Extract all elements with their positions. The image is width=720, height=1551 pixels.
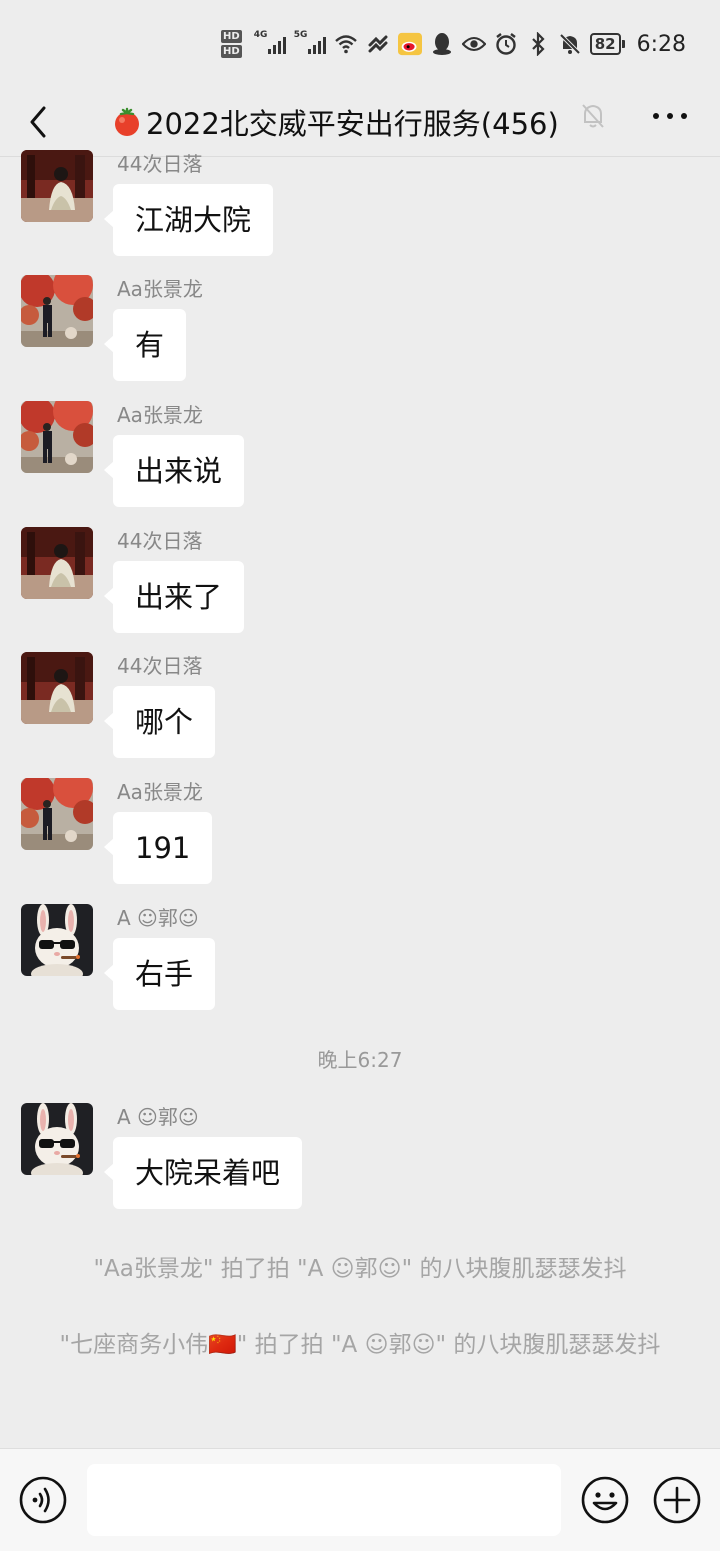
message-bubble[interactable]: 191 [103,812,213,884]
message-bubble[interactable]: 大院呆着吧 [103,1137,303,1209]
avatar-man-autumn[interactable] [21,275,93,347]
hd-badge-1: HD [221,30,242,43]
clock: 6:28 [636,31,686,57]
message-input[interactable] [87,1464,561,1536]
battery-level: 82 [589,33,621,55]
message-bubble[interactable]: 有 [103,309,187,381]
signal-5g-icon: 5G [294,30,326,54]
battery-icon: 82 [589,33,625,55]
wifi-icon [334,32,358,56]
muted-bell-icon [580,102,606,130]
message-bubble[interactable]: 哪个 [103,686,216,758]
chat-title-text: 2022北交威平安出行服务(456) [146,107,559,141]
plus-icon[interactable] [652,1475,702,1525]
bluetooth-icon [526,32,550,56]
hd-badge-2: HD [221,45,242,58]
avatar-rabbit-sunglasses[interactable] [21,1103,93,1175]
tomato-icon [112,107,142,137]
network-label-1: 4G [253,30,268,40]
message-timestamp: 晚上6:27 [317,1048,403,1072]
avatar-woman[interactable] [21,652,93,724]
chat-header: 2022北交威平安出行服务(456) [0,88,720,157]
avatar-rabbit-sunglasses[interactable] [21,904,93,976]
eye-icon [461,32,486,56]
pat-notice: "七座商务小伟🇨🇳" 拍了拍 "A ☺郭☺" 的八块腹肌瑟瑟发抖 [59,1332,661,1358]
sender-name: 44次日落 [117,654,203,678]
sender-name: Aa张景龙 [117,780,203,804]
sender-name: A ☺郭☺ [117,906,199,930]
network-label-2: 5G [293,30,308,40]
hd-badges: HD HD [221,30,242,58]
sender-name: 44次日落 [117,529,203,553]
alarm-icon [494,32,518,56]
sender-name: Aa张景龙 [117,277,203,301]
emoji-icon[interactable] [580,1475,630,1525]
message-bubble[interactable]: 江湖大院 [103,184,274,256]
avatar-man-autumn[interactable] [21,778,93,850]
sender-name: 44次日落 [117,152,203,176]
message-bubble[interactable]: 出来说 [103,435,245,507]
input-bar [0,1448,720,1551]
avatar-woman[interactable] [21,150,93,222]
message-bubble[interactable]: 出来了 [103,561,245,633]
avatar-man-autumn[interactable] [21,401,93,473]
pat-notice: "Aa张景龙" 拍了拍 "A ☺郭☺" 的八块腹肌瑟瑟发抖 [93,1256,627,1282]
chat-title: 2022北交威平安出行服务(456) [112,98,559,146]
message-bubble[interactable]: 右手 [103,938,216,1010]
sender-name: A ☺郭☺ [117,1105,199,1129]
signal-4g-icon: 4G [254,30,286,54]
more-options-icon[interactable] [650,106,690,126]
sender-name: Aa张景龙 [117,403,203,427]
status-bar: HD HD 4G 5G 82 6:28 [0,0,720,88]
link-icon [366,32,390,56]
mute-icon [558,32,582,56]
weibo-icon [397,32,422,56]
voice-icon[interactable] [18,1475,68,1525]
avatar-woman[interactable] [21,527,93,599]
qq-icon [430,32,454,56]
back-arrow-icon[interactable] [22,102,62,142]
